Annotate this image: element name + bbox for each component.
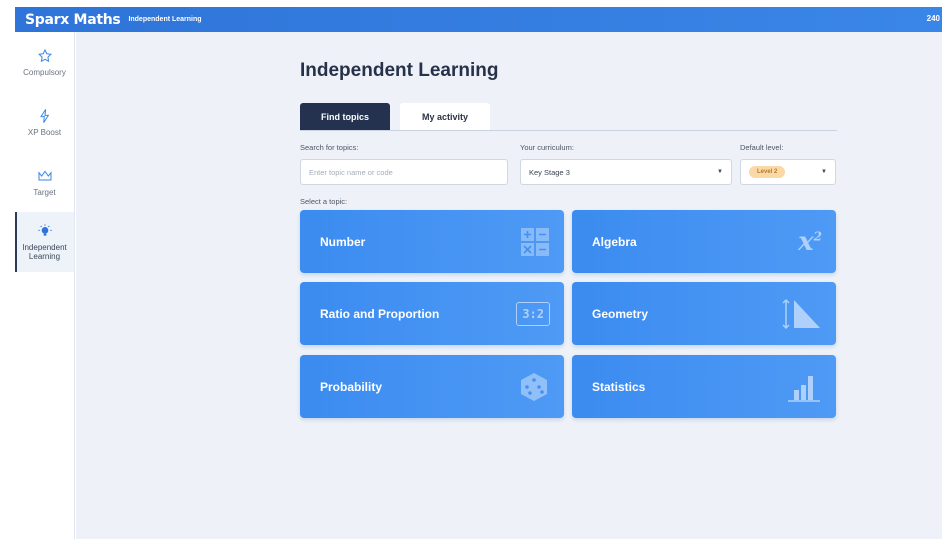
ratio-icon: 3:2 bbox=[516, 301, 550, 326]
sidebar-item-xp-boost[interactable]: XP Boost bbox=[15, 92, 74, 152]
bar-chart-icon bbox=[788, 375, 820, 402]
topic-label: Number bbox=[320, 234, 366, 249]
level-badge: Level 2 bbox=[749, 166, 786, 178]
crown-icon bbox=[38, 169, 51, 180]
icon-sup: 2 bbox=[813, 228, 822, 243]
sidebar-item-label: Independent Learning bbox=[22, 243, 67, 261]
sidebar-item-label: Target bbox=[33, 187, 56, 197]
star-icon bbox=[37, 48, 52, 62]
sidebar-item-label: XP Boost bbox=[27, 127, 62, 137]
topic-label: Geometry bbox=[592, 306, 649, 321]
level-label: Default level: bbox=[740, 143, 784, 152]
topic-probability[interactable]: Probability bbox=[300, 355, 564, 418]
top-bar: Sparx Maths Independent Learning 240 bbox=[15, 7, 942, 32]
icon-text: x bbox=[798, 226, 814, 257]
xp-counter: 240 bbox=[926, 14, 940, 23]
topic-label: Ratio and Proportion bbox=[320, 306, 440, 321]
brand-logo[interactable]: Sparx Maths bbox=[25, 12, 121, 28]
lightning-icon bbox=[39, 108, 49, 123]
select-topic-label: Select a topic: bbox=[300, 197, 348, 206]
search-field[interactable] bbox=[300, 159, 508, 185]
curriculum-value: Key Stage 3 bbox=[529, 167, 570, 177]
app-frame: Sparx Maths Independent Learning 240 Com… bbox=[0, 0, 942, 539]
breadcrumb: Independent Learning bbox=[128, 16, 202, 23]
number-grid-icon bbox=[521, 227, 549, 256]
chevron-down-icon: ▼ bbox=[717, 169, 723, 175]
topic-algebra[interactable]: Algebra x2 bbox=[572, 210, 836, 273]
sidebar-item-compulsory[interactable]: Compulsory bbox=[15, 32, 74, 92]
topic-geometry[interactable]: Geometry bbox=[572, 282, 836, 345]
tab-my-activity[interactable]: My activity bbox=[400, 103, 490, 130]
search-label: Search for topics: bbox=[300, 143, 359, 152]
topic-ratio-and-proportion[interactable]: Ratio and Proportion 3:2 bbox=[300, 282, 564, 345]
topic-label: Algebra bbox=[592, 234, 637, 249]
chevron-down-icon: ▼ bbox=[821, 169, 827, 175]
dice-icon bbox=[521, 372, 547, 401]
triangle-icon bbox=[782, 298, 820, 329]
sidebar-item-label: Compulsory bbox=[23, 67, 66, 77]
tab-find-topics[interactable]: Find topics bbox=[300, 103, 390, 130]
sidebar-item-target[interactable]: Target bbox=[15, 152, 74, 212]
search-input[interactable] bbox=[309, 167, 507, 177]
sidebar: Compulsory XP Boost Target Independent L… bbox=[15, 32, 75, 539]
main-panel: Independent Learning Find topics My acti… bbox=[76, 32, 942, 539]
topic-label: Statistics bbox=[592, 379, 646, 394]
curriculum-label: Your curriculum: bbox=[520, 143, 574, 152]
page-title: Independent Learning bbox=[300, 60, 499, 81]
curriculum-select[interactable]: Key Stage 3 ▼ bbox=[520, 159, 732, 185]
sidebar-item-independent-learning[interactable]: Independent Learning bbox=[15, 212, 74, 272]
x-squared-icon: x2 bbox=[798, 227, 822, 257]
tab-divider bbox=[300, 130, 837, 131]
tab-bar: Find topics My activity bbox=[300, 103, 490, 130]
level-select[interactable]: Level 2 ▼ bbox=[740, 159, 836, 185]
topic-label: Probability bbox=[320, 379, 383, 394]
topic-statistics[interactable]: Statistics bbox=[572, 355, 836, 418]
lightbulb-icon bbox=[37, 224, 52, 236]
topic-number[interactable]: Number bbox=[300, 210, 564, 273]
